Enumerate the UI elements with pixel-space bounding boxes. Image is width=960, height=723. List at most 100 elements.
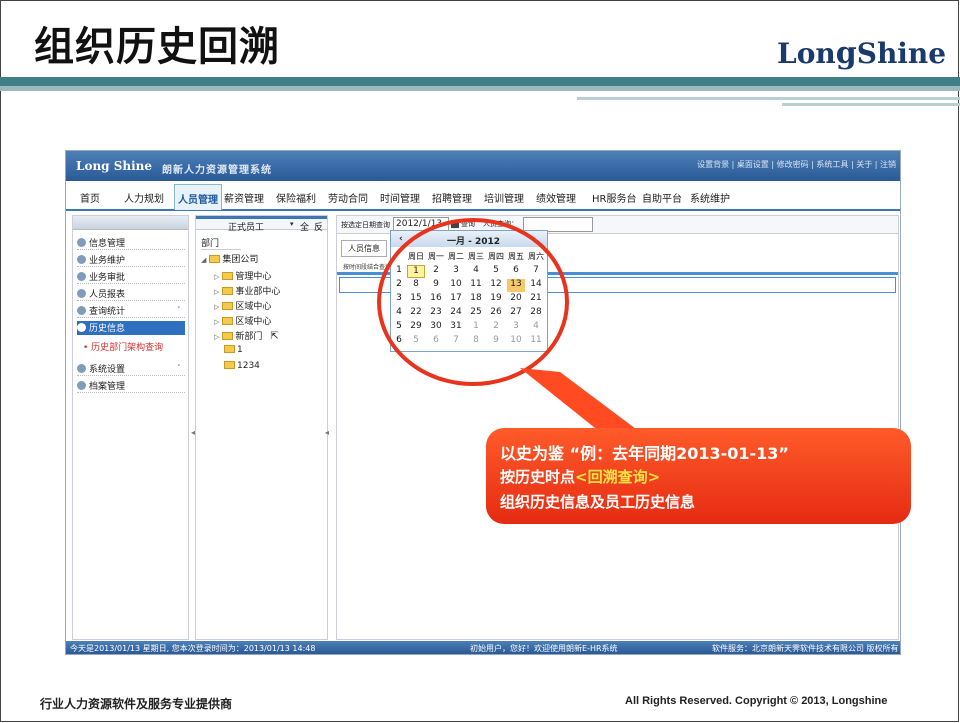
tree-node[interactable]: ◢ 集团公司	[201, 252, 258, 265]
calendar-day[interactable]: 29	[407, 321, 425, 334]
calendar-day[interactable]: 12	[487, 279, 505, 292]
calendar-day[interactable]: 5	[487, 265, 505, 278]
calendar-day[interactable]: 6	[427, 335, 445, 348]
calendar-day[interactable]: 28	[527, 307, 545, 320]
calendar-day[interactable]: 6	[507, 265, 525, 278]
circle-icon	[77, 272, 86, 281]
menu-item[interactable]: 薪资管理	[224, 190, 264, 205]
menu-item[interactable]: 首页	[80, 190, 100, 205]
calendar-day[interactable]: 7	[447, 335, 465, 348]
menu-item[interactable]: 时间管理	[380, 190, 420, 205]
calendar-day[interactable]: 14	[527, 279, 545, 292]
calendar-day[interactable]: 16	[427, 293, 445, 306]
calendar-day[interactable]: 2	[427, 265, 445, 278]
invert-select-button[interactable]: 反	[314, 220, 323, 233]
menu-item[interactable]: 系统维护	[690, 190, 730, 205]
tree-node[interactable]: 1	[224, 345, 243, 355]
calendar-icon[interactable]	[451, 220, 459, 228]
calendar-day[interactable]: 11	[527, 335, 545, 348]
calendar-day[interactable]: 3	[507, 321, 525, 334]
nav-item-archive[interactable]: 档案管理	[77, 379, 185, 393]
tree-node[interactable]: ▷ 新部门 ⇱	[214, 329, 279, 342]
menu-item[interactable]: 绩效管理	[536, 190, 576, 205]
callout-highlight: <回溯查询>	[575, 468, 661, 486]
expand-icon[interactable]: ▷	[214, 273, 219, 281]
tree-node[interactable]: ▷ 区域中心	[214, 299, 271, 312]
left-panel-header	[73, 216, 188, 230]
nav-item-report[interactable]: 人员报表	[77, 287, 185, 301]
expand-icon[interactable]: ▷	[214, 333, 219, 341]
calendar-day[interactable]: 10	[507, 335, 525, 348]
calendar-day[interactable]: 8	[467, 335, 485, 348]
calendar-day[interactable]: 4	[467, 265, 485, 278]
calendar-day[interactable]: 31	[447, 321, 465, 334]
calendar-day[interactable]: 26	[487, 307, 505, 320]
menu-item[interactable]: 自助平台	[642, 190, 682, 205]
calendar-day[interactable]: 11	[467, 279, 485, 292]
calendar-day[interactable]: 30	[427, 321, 445, 334]
circle-icon	[77, 289, 86, 298]
calendar-day[interactable]: 9	[487, 335, 505, 348]
tree-node[interactable]: ▷ 事业部中心	[214, 284, 280, 297]
nav-item-history[interactable]: 历史信息	[77, 321, 185, 335]
chevron-down-icon[interactable]: ▾	[290, 220, 294, 228]
expand-icon[interactable]: ▷	[214, 318, 219, 326]
calendar-day[interactable]: 22	[407, 307, 425, 320]
expand-icon[interactable]: ◢	[201, 256, 206, 264]
calendar-day[interactable]: 19	[487, 293, 505, 306]
calendar-day[interactable]: 4	[527, 321, 545, 334]
calendar-day[interactable]: 3	[447, 265, 465, 278]
calendar-day[interactable]: 8	[407, 279, 425, 292]
prev-month-button[interactable]: ‹	[399, 234, 403, 244]
nav-item-settings[interactable]: 系统设置 ˅	[77, 362, 185, 376]
nav-item-info[interactable]: 信息管理	[77, 236, 185, 250]
week-number: 6	[396, 335, 402, 345]
week-number: 3	[396, 293, 402, 303]
menu-item[interactable]: 人力规划	[124, 190, 164, 205]
menu-item[interactable]: 招聘管理	[432, 190, 472, 205]
calendar-day[interactable]: 17	[447, 293, 465, 306]
calendar-day[interactable]: 21	[527, 293, 545, 306]
tree-node[interactable]: 1234	[224, 361, 260, 371]
tree-node[interactable]: ▷ 管理中心	[214, 269, 271, 282]
weekday-header: 周四	[488, 252, 504, 261]
calendar-day[interactable]: 27	[507, 307, 525, 320]
collapse-left-icon[interactable]: ◂	[325, 428, 329, 437]
nav-subitem-history-dept[interactable]: • 历史部门架构查询	[83, 340, 163, 353]
tree-node[interactable]: ▷ 区域中心	[214, 314, 271, 327]
footer-tagline: 行业人力资源软件及服务专业提供商	[40, 697, 233, 711]
nav-item-approval[interactable]: 业务审批	[77, 270, 185, 284]
select-all-button[interactable]: 全	[300, 220, 309, 233]
calendar-day[interactable]: 1	[467, 321, 485, 334]
query-button[interactable]: 查询	[461, 219, 475, 229]
calendar-day[interactable]: 13	[507, 279, 525, 292]
tab-employee-info[interactable]: 人员信息	[341, 240, 387, 257]
calendar-day[interactable]: 2	[487, 321, 505, 334]
calendar-day[interactable]: 10	[447, 279, 465, 292]
calendar-day[interactable]: 7	[527, 265, 545, 278]
menu-item[interactable]: 保险福利	[276, 190, 316, 205]
menu-item[interactable]: 培训管理	[484, 190, 524, 205]
employee-type-select[interactable]: 正式员工	[228, 220, 264, 233]
calendar-day[interactable]: 1	[407, 265, 425, 278]
expand-icon[interactable]: ▷	[214, 303, 219, 311]
header-accent-line-2	[782, 103, 960, 106]
calendar-day[interactable]: 23	[427, 307, 445, 320]
menu-item[interactable]: 人员管理	[174, 184, 222, 210]
expand-icon[interactable]: ▷	[214, 288, 219, 296]
calendar-day[interactable]: 20	[507, 293, 525, 306]
app-header: Long Shine 朗新人力资源管理系统 设置背景 | 桌面设置 | 修改密码…	[66, 151, 900, 181]
calendar-day[interactable]: 15	[407, 293, 425, 306]
calendar-month-title: 一月 - 2012	[447, 237, 501, 247]
calendar-day[interactable]: 5	[407, 335, 425, 348]
nav-item-query[interactable]: 查询统计 ˅	[77, 304, 185, 318]
calendar-day[interactable]: 25	[467, 307, 485, 320]
top-links[interactable]: 设置背景 | 桌面设置 | 修改密码 | 系统工具 | 关于 | 注销	[697, 159, 896, 170]
callout-line-3: 组织历史信息及员工历史信息	[500, 493, 696, 511]
calendar-day[interactable]: 24	[447, 307, 465, 320]
menu-item[interactable]: 劳动合同	[328, 190, 368, 205]
calendar-day[interactable]: 9	[427, 279, 445, 292]
calendar-day[interactable]: 18	[467, 293, 485, 306]
nav-item-business[interactable]: 业务维护	[77, 253, 185, 267]
menu-item[interactable]: HR服务台	[592, 190, 636, 205]
